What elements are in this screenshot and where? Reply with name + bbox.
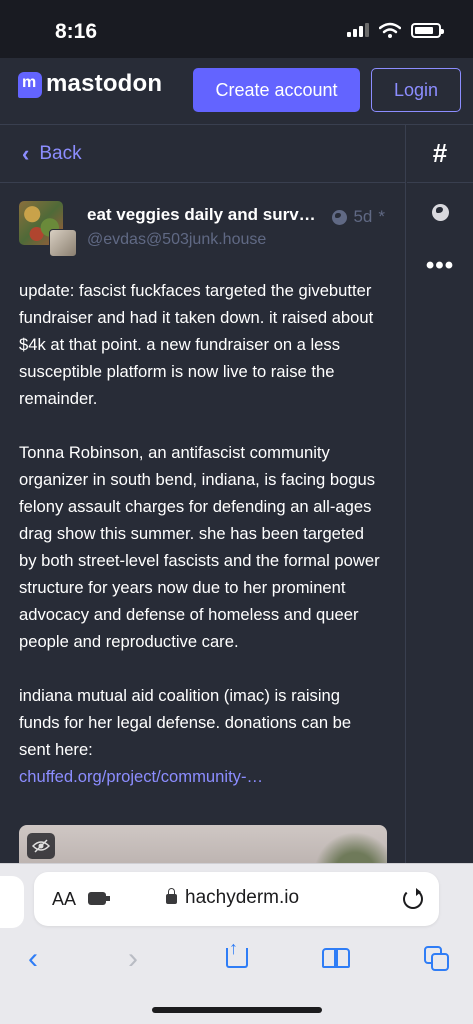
explore-button[interactable] <box>407 183 473 241</box>
bookmarks-icon[interactable] <box>322 948 352 970</box>
chevron-left-icon: ‹ <box>22 140 30 166</box>
post-paragraph: update: fascist fuckfaces targeted the g… <box>19 281 374 408</box>
more-icon: ••• <box>425 252 455 279</box>
hashtag-button[interactable]: # <box>407 125 473 183</box>
mastodon-logo-icon <box>18 72 42 98</box>
battery-icon <box>411 22 444 38</box>
url-text[interactable]: hachyderm.io <box>185 887 299 909</box>
main-column: ‹ Back eat veggies daily and survi… @evd… <box>0 125 406 870</box>
fundraiser-link[interactable]: chuffed.org/project/community-… <box>19 767 263 786</box>
wifi-icon <box>379 22 401 38</box>
safari-nav-toolbar: ‹ › ↑ <box>0 938 473 980</box>
globe-icon <box>431 203 449 221</box>
status-icons <box>347 22 444 38</box>
status-bar: 8:16 <box>0 0 473 58</box>
app-header: mastodon Create account Login <box>0 58 473 125</box>
logo-text: mastodon <box>46 70 163 97</box>
browser-toolbar: AA hachyderm.io ‹ › ↑ <box>0 863 473 1024</box>
status-time: 8:16 <box>55 20 98 43</box>
home-indicator <box>152 1007 322 1013</box>
back-button[interactable]: ‹ Back <box>0 125 405 183</box>
back-label: Back <box>39 142 82 164</box>
secondary-avatar <box>49 229 77 257</box>
more-button[interactable]: ••• <box>407 241 473 299</box>
display-name[interactable]: eat veggies daily and survi… <box>87 205 319 225</box>
back-arrow-icon[interactable]: ‹ <box>28 944 38 974</box>
previous-tab-preview[interactable] <box>0 876 24 928</box>
share-icon <box>226 948 248 968</box>
extension-icon[interactable] <box>88 892 110 905</box>
forward-arrow-icon[interactable]: › <box>128 944 138 974</box>
cellular-signal-icon <box>347 23 369 37</box>
avatar[interactable] <box>19 201 77 257</box>
reload-icon[interactable] <box>403 888 423 909</box>
account-handle[interactable]: @evdas@503junk.house <box>87 231 385 249</box>
login-button[interactable]: Login <box>371 68 461 112</box>
post-timestamp[interactable]: 5d * <box>332 207 385 227</box>
tabs-icon[interactable] <box>424 946 450 972</box>
post-paragraph-text: indiana mutual aid coalition (imac) is r… <box>19 686 352 759</box>
post-paragraph: Tonna Robinson, an antifascist community… <box>19 443 380 651</box>
status-post: eat veggies daily and survi… @evdas@503j… <box>0 183 405 790</box>
relative-time: 5d <box>353 207 373 226</box>
mastodon-logo[interactable]: mastodon <box>18 70 163 98</box>
post-content: update: fascist fuckfaces targeted the g… <box>19 277 385 790</box>
post-header: eat veggies daily and survi… @evdas@503j… <box>19 201 385 265</box>
create-account-button[interactable]: Create account <box>193 68 360 112</box>
page-settings-button[interactable]: AA <box>52 889 76 910</box>
side-navigation: # ••• <box>407 125 473 870</box>
lock-icon <box>166 888 177 904</box>
address-bar[interactable]: AA hachyderm.io <box>34 872 439 926</box>
post-paragraph: indiana mutual aid coalition (imac) is r… <box>19 682 385 790</box>
hide-media-button[interactable] <box>27 833 55 859</box>
edited-marker: * <box>378 207 385 226</box>
hashtag-icon: # <box>432 138 448 168</box>
public-visibility-icon <box>332 209 348 225</box>
eye-slash-icon <box>32 839 50 853</box>
